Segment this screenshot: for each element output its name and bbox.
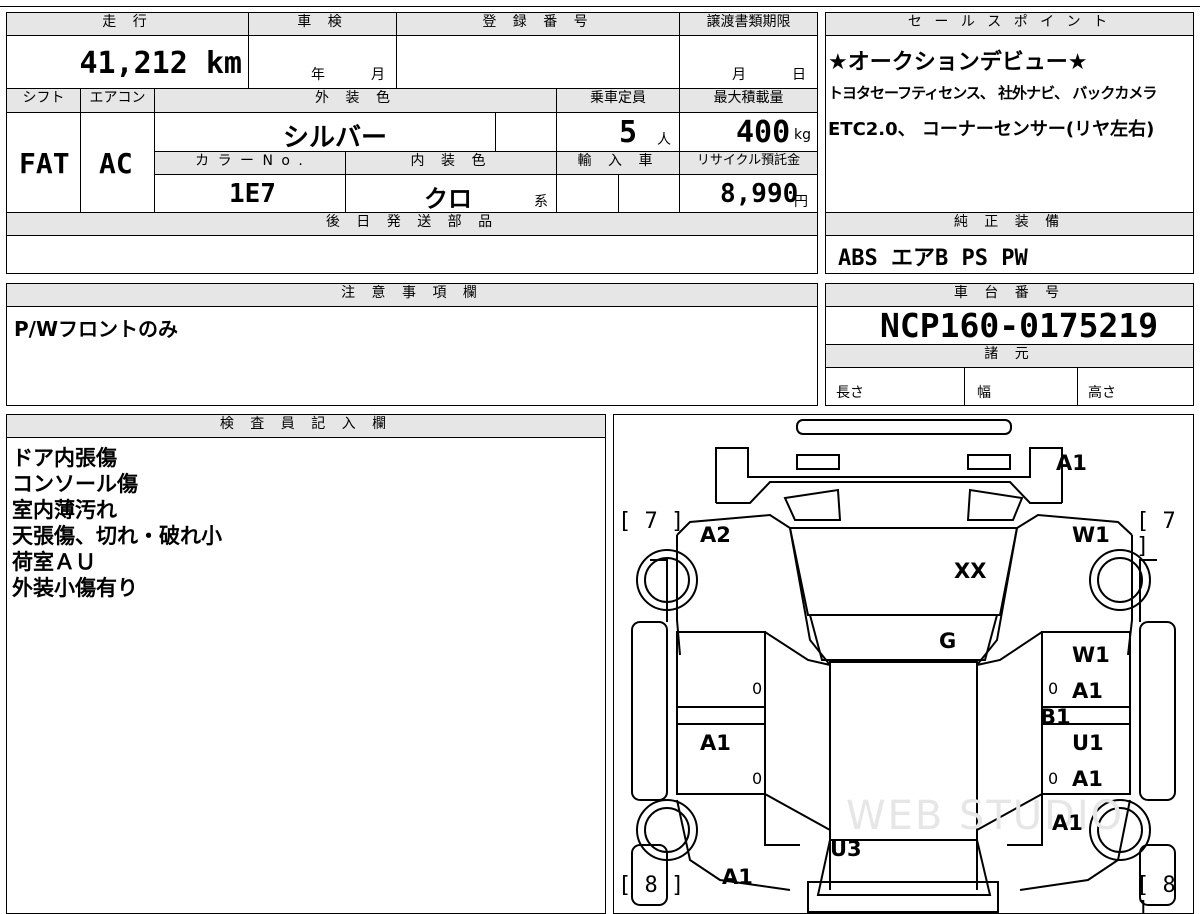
sales-point-line-2: トヨタセーフティセンス、 社外ナビ、 バックカメラ — [828, 84, 1157, 102]
interior-color-suffix: 系 — [534, 194, 548, 210]
windshield-outline — [808, 613, 998, 661]
length-cell: 長さ — [825, 367, 965, 406]
rear-window-damage: U3 — [830, 837, 862, 861]
transfer-deadline-cell: 月 日 — [679, 35, 818, 89]
sales-points-box — [825, 12, 1194, 213]
right-front-fender-damage: W1 — [1072, 523, 1110, 547]
inspection-month: 月 — [371, 67, 385, 83]
front-plate — [795, 418, 1012, 435]
shift-header: シフト — [6, 88, 81, 113]
chassis-number-header: 車 台 番 号 — [825, 283, 1194, 307]
ac-value: AC — [99, 147, 133, 180]
max-load-value: 400 — [736, 115, 791, 150]
recycle-deposit-header: リサイクル預託金 — [679, 151, 818, 175]
transfer-deadline-header: 譲渡書類期限 — [679, 12, 818, 36]
max-load-header: 最大積載量 — [679, 88, 818, 113]
sales-point-line-1: ★オークションデビュー★ — [828, 50, 1088, 75]
later-shipment-parts-header: 後 日 発 送 部 品 — [6, 212, 818, 236]
recycle-deposit-cell: 8,990 円 — [679, 174, 818, 213]
interior-color-value: クロ — [424, 185, 472, 213]
right-rear-door-damage-2: A1 — [1072, 767, 1103, 791]
rear-left-tire-tread: [ 8 ] — [618, 873, 685, 898]
exterior-color-cell: シルバー — [154, 112, 496, 152]
sales-points-header: セ ー ル ス ポ イ ン ト — [825, 12, 1194, 36]
inspection-year: 年 — [311, 67, 325, 83]
mileage-value: 41,212 km — [79, 46, 242, 81]
front-left-tire-tread: [ 7 ] — [618, 509, 685, 534]
genuine-equipment-header: 純 正 装 備 — [825, 212, 1194, 236]
width-cell: 幅 — [964, 367, 1078, 406]
length-label: 長さ — [836, 385, 864, 401]
left-front-door-zero: 0 — [752, 679, 763, 698]
rear-bumper-damage: A1 — [722, 865, 753, 889]
right-rear-door-damage-1: U1 — [1072, 731, 1104, 755]
height-label: 高さ — [1088, 385, 1116, 401]
color-number-cell: 1E7 — [154, 174, 346, 213]
notes-value: P/Wフロントのみ — [14, 317, 179, 341]
rear-right-tire-tread: [ 8 ] — [1136, 873, 1176, 914]
capacity-value: 5 — [619, 115, 638, 150]
max-load-cell: 400 kg — [679, 112, 818, 152]
right-rear-door-zero: 0 — [1048, 769, 1059, 788]
recycle-deposit-unit: 円 — [794, 194, 808, 210]
left-rear-door-zero: 0 — [752, 769, 763, 788]
inspection-header: 車 検 — [248, 12, 397, 36]
exterior-color-header: 外 装 色 — [154, 88, 557, 113]
chassis-number-value: NCP160-0175219 — [880, 306, 1159, 345]
top-strip-remnant — [0, 0, 1200, 7]
front-bumper-damage: A1 — [1056, 451, 1087, 475]
registration-cell — [396, 35, 680, 89]
interior-color-cell: クロ 系 — [345, 174, 557, 213]
right-front-door-damage-1: W1 — [1072, 643, 1110, 667]
notes-header: 注 意 事 項 欄 — [6, 283, 818, 307]
color-number-header: カ ラ ー N o . — [154, 151, 346, 175]
inspection-cell: 年 月 — [248, 35, 397, 89]
right-rear-fender-damage: A1 — [1052, 811, 1083, 835]
shift-cell: FAT — [6, 112, 81, 213]
width-label: 幅 — [977, 385, 991, 401]
color-number-value: 1E7 — [229, 179, 276, 209]
front-right-tire-tread: [ 7 ] — [1136, 509, 1176, 559]
left-front-fender-damage: A2 — [700, 523, 731, 547]
later-shipment-parts-cell — [6, 235, 818, 274]
height-cell: 高さ — [1077, 367, 1194, 406]
mileage-header: 走 行 — [6, 12, 249, 36]
right-front-door-zero: 0 — [1048, 679, 1059, 698]
sales-point-line-3: ETC2.0、 コーナーセンサー(リヤ左右) — [828, 119, 1155, 140]
capacity-unit: 人 — [657, 132, 671, 148]
max-load-unit: kg — [794, 127, 811, 143]
exterior-color-extra-cell — [495, 112, 557, 152]
ac-header: エアコン — [80, 88, 155, 113]
capacity-header: 乗車定員 — [556, 88, 680, 113]
right-front-door-damage-2: A1 — [1072, 679, 1103, 703]
genuine-equipment-value: ABS エアB PS PW — [838, 246, 1028, 271]
right-sill-damage: B1 — [1040, 705, 1071, 729]
ac-cell: AC — [80, 112, 155, 213]
inspector-note-6: 外装小傷有り — [12, 576, 138, 600]
import-cell-a — [556, 174, 619, 213]
car-diagram-box: WEB STUDIO A1 [ 7 ] [ 7 ] A2 W1 XX G W1 … — [613, 414, 1194, 914]
import-header: 輸 入 車 — [556, 151, 680, 175]
windshield-damage: G — [939, 629, 957, 653]
capacity-cell: 5 人 — [556, 112, 680, 152]
import-cell-b — [618, 174, 680, 213]
hood-damage: XX — [954, 559, 987, 583]
interior-color-header: 内 装 色 — [345, 151, 557, 175]
shift-value: FAT — [19, 147, 70, 180]
transfer-day: 日 — [792, 67, 806, 83]
inspector-notes-header: 検 査 員 記 入 欄 — [6, 414, 606, 438]
registration-header: 登 録 番 号 — [396, 12, 680, 36]
recycle-deposit-value: 8,990 — [720, 179, 799, 209]
mileage-cell: 41,212 km — [6, 35, 249, 89]
specs-header: 諸 元 — [825, 344, 1194, 368]
transfer-month: 月 — [732, 67, 746, 83]
left-rear-door-damage: A1 — [700, 731, 731, 755]
exterior-color-value: シルバー — [283, 123, 388, 152]
